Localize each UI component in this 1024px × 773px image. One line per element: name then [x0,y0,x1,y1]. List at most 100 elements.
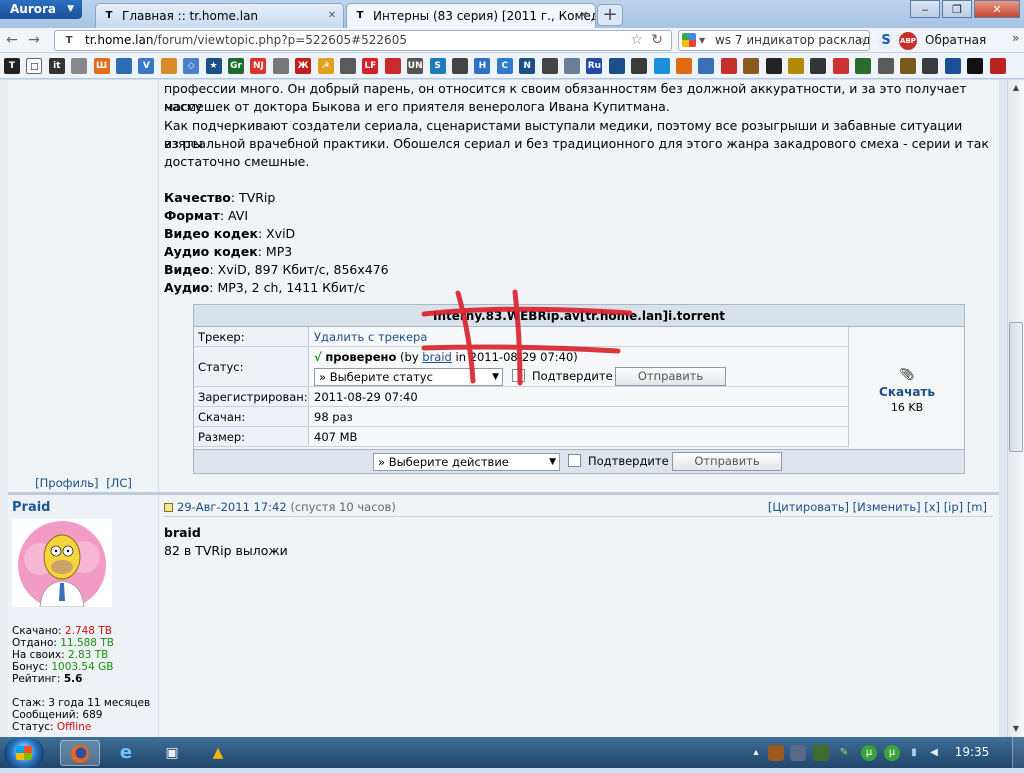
action-confirm-checkbox[interactable] [568,454,581,467]
bookmark-icon[interactable] [340,58,356,74]
bookmark-icon[interactable]: ☭ [317,58,334,74]
bookmark-icon[interactable] [765,58,782,74]
bookmark-icon[interactable] [384,58,401,74]
bookmark-icon[interactable]: H [474,58,491,74]
moderate-link[interactable]: [m] [967,500,987,514]
tab-topic[interactable]: T Интерны (83 серия) [2011 г., Комеди...… [346,3,596,28]
tray-app-icon[interactable] [790,745,806,761]
bookmark-icon[interactable] [877,58,894,74]
utorrent-icon[interactable]: µ [861,745,877,761]
bookmark-icon[interactable] [989,58,1006,74]
utorrent-icon[interactable]: µ [884,745,900,761]
tray-app-icon[interactable] [813,745,829,761]
profile-link[interactable]: [Профиль] [35,476,98,490]
status-select[interactable]: » Выберите статус ▼ [314,368,503,386]
pen-icon[interactable]: ✎ [836,745,852,761]
address-bar[interactable]: T tr.home.lan/forum/viewtopic.php?p=5226… [54,30,672,51]
bookmark-icon[interactable]: C [496,58,513,74]
close-tab-icon[interactable]: ✕ [577,9,591,23]
bookmark-icon[interactable] [608,58,625,74]
bookmark-icon[interactable]: LF [362,58,379,74]
bookmark-icon[interactable]: Ж [295,58,312,74]
forward-arrow-icon[interactable]: → [25,31,43,49]
bookmark-icon[interactable]: NJ [250,58,267,74]
bookmark-icon[interactable]: □ [26,58,43,74]
bookmark-icon[interactable]: T [4,58,20,74]
bookmark-icon[interactable]: ◇ [183,58,200,74]
bookmark-icon[interactable] [452,58,468,74]
close-tab-icon[interactable]: ✕ [325,9,339,23]
clock[interactable]: 19:35 [944,737,1000,768]
delete-link[interactable]: [x] [924,500,940,514]
bookmark-icon[interactable] [272,58,289,74]
ip-link[interactable]: [ip] [944,500,963,514]
quote-link[interactable]: [Цитировать] [768,500,849,514]
reload-icon[interactable]: ↻ [651,31,663,50]
minimize-button[interactable]: ‒ [910,0,940,18]
author-name[interactable]: Praid [12,500,50,515]
bookmark-icon[interactable] [855,58,872,74]
bookmark-icon[interactable]: UN [407,58,424,74]
search-input[interactable]: ▼ ws 7 индикатор раскладки ⌕ [678,30,870,51]
close-window-button[interactable]: ✕ [974,0,1020,18]
bookmark-icon[interactable] [900,58,916,74]
action-submit-button[interactable]: Отправить [672,452,782,471]
bookmark-icon[interactable]: Ru [586,58,603,74]
back-arrow-icon[interactable]: ← [3,31,21,49]
vertical-scrollbar[interactable]: ▲ ▼ [1007,80,1024,737]
bookmark-icon[interactable]: it [48,58,65,74]
bookmark-icon[interactable]: N [519,58,536,74]
edit-link[interactable]: [Изменить] [853,500,921,514]
bookmark-icon[interactable] [743,58,760,74]
aimp-taskbar-button[interactable]: ▲ [198,740,238,766]
status-submit-button[interactable]: Отправить [615,367,726,386]
extension-s-icon[interactable]: S [877,32,895,50]
bookmark-icon[interactable] [541,58,558,74]
bookmark-icon[interactable] [944,58,961,74]
scrollbar-thumb[interactable] [1009,322,1023,452]
bookmark-star-icon[interactable]: ☆ [630,31,643,50]
maximize-button[interactable]: ❐ [942,0,972,18]
new-tab-button[interactable]: + [597,4,623,26]
bookmark-icon[interactable]: ★ [205,58,222,74]
search-icon[interactable]: ⌕ [858,31,865,50]
bookmark-icon[interactable] [631,58,648,74]
bookmark-icon[interactable] [720,58,737,74]
tray-chevron-icon[interactable]: ▴ [748,745,764,761]
bookmark-icon[interactable] [564,58,580,74]
bookmark-icon[interactable] [788,58,804,74]
download-link[interactable]: Скачать [849,385,965,399]
bookmark-icon[interactable] [832,58,849,74]
ie-taskbar-button[interactable]: e [106,740,146,766]
firefox-taskbar-button[interactable] [60,740,100,766]
bookmark-icon[interactable] [698,58,715,74]
bookmark-icon[interactable] [653,58,670,74]
network-icon[interactable]: ▮ [906,745,922,761]
bookmark-icon[interactable]: V [138,58,155,74]
status-confirm-checkbox[interactable] [512,369,525,382]
bookmark-icon[interactable] [922,58,939,74]
tab-home[interactable]: T Главная :: tr.home.lan ✕ [95,3,344,28]
app-menu-button[interactable]: Aurora ▼ [0,0,82,19]
chevron-down-icon[interactable]: ▼ [699,31,705,50]
post-date-link[interactable]: 29-Авг-2011 17:42 [177,500,287,514]
start-button[interactable] [4,738,44,768]
bookmark-icon[interactable]: Gr [228,58,244,74]
show-desktop-button[interactable] [1012,737,1024,768]
explorer-taskbar-button[interactable]: ▣ [152,740,192,766]
volume-icon[interactable]: ◀ [926,745,942,761]
bookmark-icon[interactable] [676,58,692,74]
bookmark-icon[interactable]: S [429,58,446,74]
tray-app-icon[interactable] [768,745,784,761]
scroll-up-icon[interactable]: ▲ [1008,80,1024,96]
status-user-link[interactable]: braid [422,350,452,364]
scroll-down-icon[interactable]: ▼ [1008,721,1024,737]
bookmark-icon[interactable] [116,58,132,74]
bookmark-icon[interactable]: Ш [93,58,110,74]
adblock-icon[interactable]: ABP [899,32,917,50]
bookmark-icon[interactable] [160,58,177,74]
bookmark-icon[interactable] [810,58,827,74]
more-icon[interactable]: » [1012,31,1019,45]
remove-from-tracker-link[interactable]: Удалить с трекера [314,330,427,344]
bookmark-icon[interactable] [71,58,88,74]
